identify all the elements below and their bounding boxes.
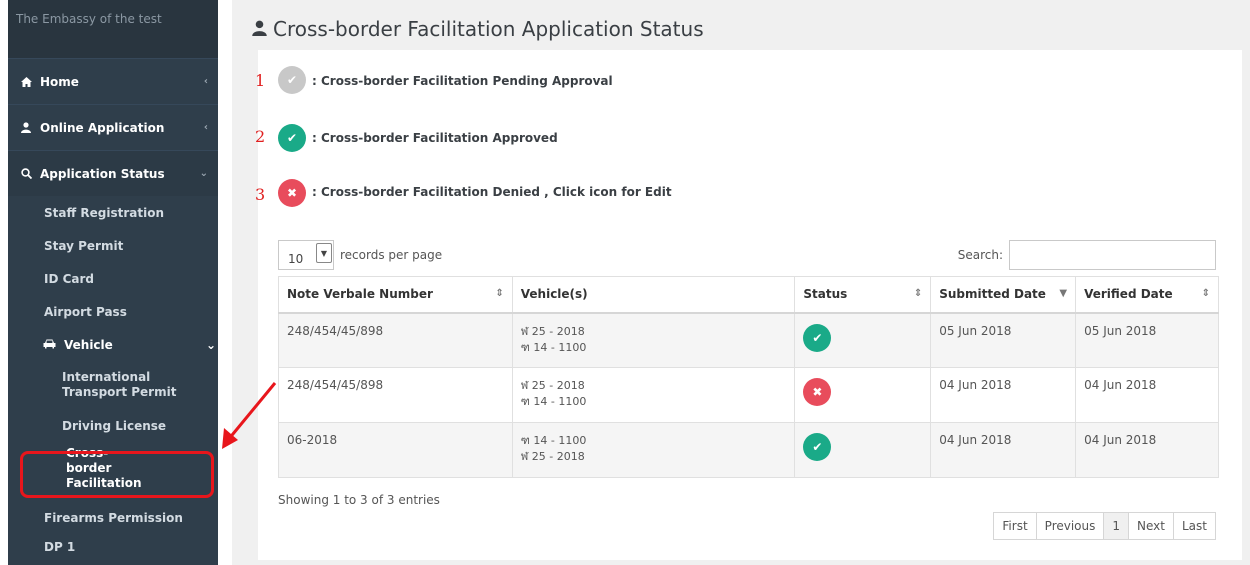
main-content: Cross-border Facilitation Application St… (232, 0, 1250, 565)
records-per-page-label: records per page (340, 248, 443, 262)
status-cell: ✔ (794, 312, 932, 368)
pager-previous[interactable]: Previous (1035, 512, 1105, 540)
sidebar-item-staff-registration[interactable]: Staff Registration (8, 196, 218, 229)
chevron-down-icon: ⌄ (205, 337, 216, 352)
check-icon: ✔ (803, 323, 832, 352)
column-header-note-verbale[interactable]: Note Verbale Number ⇕ (278, 276, 513, 314)
table-info: Showing 1 to 3 of 3 entries (278, 493, 440, 507)
check-icon: ✔ (803, 433, 832, 461)
column-header-label: Verified Date (1084, 287, 1173, 302)
vehicles-cell: ฬ 25 - 2018 ฑ 14 - 1100 (511, 367, 796, 423)
submitted-date-cell: 04 Jun 2018 (930, 422, 1077, 478)
sidebar-item-vehicle-label: Vehicle (64, 337, 113, 352)
submitted-date-cell: 04 Jun 2018 (930, 367, 1077, 423)
vehicle-plate: ฑ 14 - 1100 (520, 434, 587, 447)
submitted-date-cell: 05 Jun 2018 (930, 312, 1077, 368)
nav-application-status[interactable]: Application Status ⌄ (8, 150, 218, 196)
column-header-vehicles: Vehicle(s) (511, 276, 796, 314)
page-title-text: Cross-border Facilitation Application St… (273, 17, 704, 41)
pager-first[interactable]: First (993, 512, 1037, 540)
sort-icon: ⇕ (1201, 288, 1210, 299)
sidebar-item-id-card[interactable]: ID Card (8, 262, 218, 295)
note-verbale-cell: 06-2018 (278, 422, 513, 478)
status-table: Note Verbale Number ⇕ Vehicle(s) Status ⇕ … (278, 276, 1219, 478)
table-row: 248/454/45/898 ฬ 25 - 2018 ฑ 14 - 1100 ✖… (278, 367, 1219, 423)
user-icon (252, 17, 267, 41)
note-verbale-cell: 248/454/45/898 (278, 367, 513, 423)
legend-number: 1 (255, 71, 266, 90)
column-header-label: Vehicle(s) (520, 287, 588, 302)
home-icon (18, 76, 34, 87)
nav-application-status-label: Application Status (40, 166, 165, 181)
sidebar-item-firearms-permission[interactable]: Firearms Permission (8, 501, 218, 535)
search-control: Search: (958, 240, 1216, 270)
pager-page-1[interactable]: 1 (1103, 512, 1130, 540)
verified-date-cell: 04 Jun 2018 (1075, 367, 1219, 423)
sort-icon: ⇕ (913, 288, 923, 299)
vehicle-plate: ฬ 25 - 2018 (520, 450, 585, 463)
legend-text: : Cross-border Facilitation Approved (312, 131, 558, 145)
chevron-left-icon: ‹ (203, 76, 208, 87)
search-label: Search: (957, 248, 1003, 262)
sidebar-item-international-transport-permit[interactable]: International Transport Permit (8, 361, 218, 409)
column-header-verified-date[interactable]: Verified Date ⇕ (1075, 276, 1219, 314)
chevron-left-icon: ‹ (203, 122, 208, 133)
verified-date-cell: 05 Jun 2018 (1075, 312, 1219, 368)
sidebar-item-dp1[interactable]: DP 1 (8, 535, 218, 559)
column-header-submitted-date[interactable]: Submitted Date ▼ (930, 276, 1077, 314)
records-per-page-select[interactable]: 10 ▼ (278, 240, 334, 270)
sort-icon: ⇕ (495, 288, 504, 299)
legend-text: : Cross-border Facilitation Denied , Cli… (312, 185, 672, 199)
chevron-down-icon: ▼ (316, 243, 332, 263)
table-row: 06-2018 ฑ 14 - 1100 ฬ 25 - 2018 ✔ 04 Jun… (278, 422, 1219, 478)
brand-label: The Embassy of the test (8, 0, 218, 58)
sidebar-item-airport-pass[interactable]: Airport Pass (8, 295, 218, 328)
vehicle-plate: ฑ 14 - 1100 (520, 395, 587, 408)
pager-next[interactable]: Next (1128, 512, 1174, 540)
status-cell: ✖ (794, 367, 932, 423)
user-icon (18, 122, 34, 133)
vehicles-cell: ฬ 25 - 2018 ฑ 14 - 1100 (511, 312, 796, 368)
car-icon (43, 338, 56, 352)
vehicle-plate: ฬ 25 - 2018 (520, 324, 585, 338)
close-icon[interactable]: ✖ (803, 378, 832, 406)
vehicle-plate: ฬ 25 - 2018 (520, 379, 585, 392)
nav-online-application[interactable]: Online Application ‹ (8, 104, 218, 150)
vehicle-plate: ฑ 14 - 1100 (520, 340, 587, 354)
legend-text: : Cross-border Facilitation Pending Appr… (312, 74, 613, 88)
legend-number: 2 (255, 127, 266, 146)
highlight-box (20, 451, 214, 498)
status-cell: ✔ (794, 422, 932, 478)
sidebar-item-vehicle[interactable]: Vehicle ⌄ (8, 328, 218, 361)
pager-last[interactable]: Last (1173, 512, 1216, 540)
page-title: Cross-border Facilitation Application St… (252, 17, 704, 41)
pagination: First Previous 1 Next Last (993, 512, 1216, 540)
search-input[interactable] (1009, 240, 1216, 270)
sidebar-item-stay-permit[interactable]: Stay Permit (8, 229, 218, 262)
records-per-page-control: 10 ▼ records per page (278, 240, 442, 270)
sidebar-item-driving-license[interactable]: Driving License (8, 409, 218, 443)
close-icon: ✖ (278, 179, 306, 207)
column-header-label: Submitted Date (939, 287, 1046, 302)
nav-home[interactable]: Home ‹ (8, 58, 218, 104)
chevron-down-icon: ⌄ (199, 168, 208, 179)
nav-home-label: Home (40, 74, 79, 89)
verified-date-cell: 04 Jun 2018 (1075, 422, 1219, 478)
legend-number: 3 (255, 185, 266, 204)
column-header-label: Note Verbale Number (287, 287, 433, 302)
check-icon: ✔ (278, 124, 306, 152)
table-row: 248/454/45/898 ฬ 25 - 2018 ฑ 14 - 1100 ✔… (278, 312, 1219, 368)
column-header-label: Status (803, 287, 848, 302)
nav-online-application-label: Online Application (40, 120, 165, 135)
records-per-page-value: 10 (288, 252, 304, 266)
sort-desc-icon: ▼ (1059, 288, 1068, 299)
status-card: 1 ✔ : Cross-border Facilitation Pending … (255, 50, 1242, 560)
check-icon: ✔ (278, 66, 306, 94)
search-icon (18, 168, 34, 179)
column-header-status[interactable]: Status ⇕ (794, 276, 932, 314)
note-verbale-cell: 248/454/45/898 (278, 312, 513, 368)
vehicles-cell: ฑ 14 - 1100 ฬ 25 - 2018 (511, 422, 796, 478)
